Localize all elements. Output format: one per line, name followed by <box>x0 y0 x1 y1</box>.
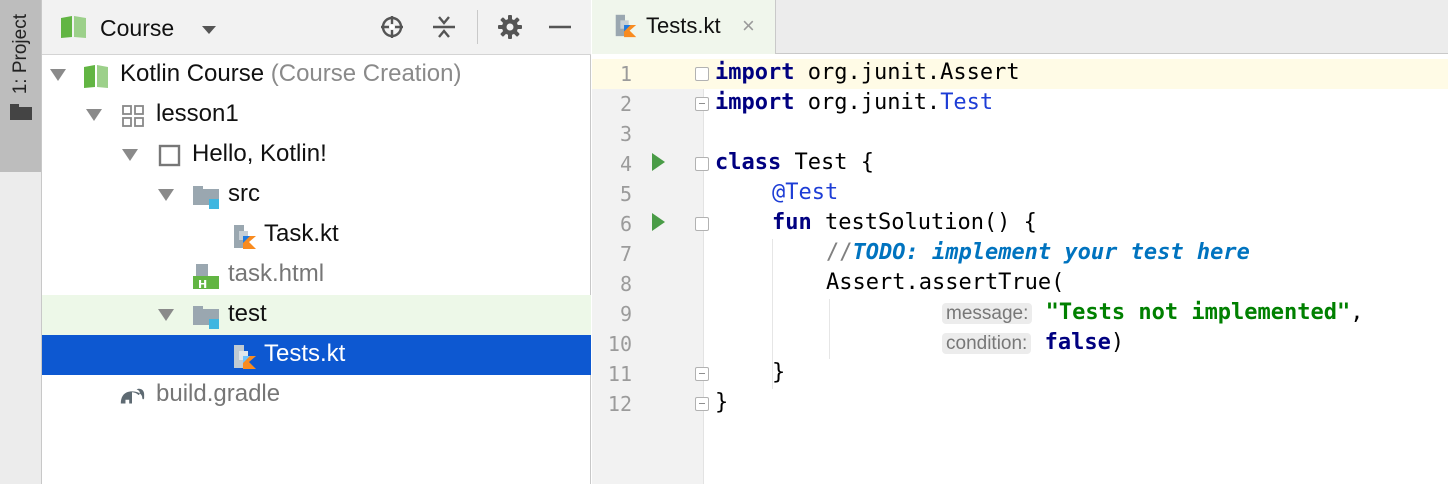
project-tool-window-tab[interactable]: 1: Project <box>0 0 41 172</box>
course-name: Kotlin Course <box>120 60 265 87</box>
tree-node-task[interactable]: Hello, Kotlin! <box>42 135 591 175</box>
tree-node-test[interactable]: test <box>42 295 591 335</box>
fold-marker-icon[interactable] <box>695 217 709 231</box>
locate-icon <box>381 16 403 38</box>
kotlin-file-icon <box>615 14 637 38</box>
code-line-9: message: "Tests not implemented", <box>942 300 1364 325</box>
tab-label: Tests.kt <box>646 13 721 38</box>
fold-marker-icon[interactable] <box>695 367 709 381</box>
line-number: 8 <box>619 272 632 296</box>
build-gradle-label: build.gradle <box>156 380 281 407</box>
fold-marker-icon[interactable] <box>695 67 709 81</box>
folder-icon <box>9 104 32 121</box>
fold-marker-icon[interactable] <box>695 97 709 111</box>
kotlin-file-icon <box>234 225 256 249</box>
chevron-down-icon[interactable] <box>202 26 216 34</box>
code-line-1: import org.junit.Assert <box>715 60 1020 85</box>
fold-marker-icon[interactable] <box>695 397 709 411</box>
course-view-icon <box>61 16 86 38</box>
tree-node-build-gradle[interactable]: build.gradle <box>42 375 591 415</box>
svg-text:H: H <box>198 278 207 290</box>
collapse-all-button[interactable] <box>430 13 458 41</box>
tree-node-task-html[interactable]: H task.html <box>42 255 591 295</box>
tree-node-task-kt[interactable]: Task.kt <box>42 215 591 255</box>
collapse-all-icon <box>433 16 455 38</box>
course-icon <box>84 65 108 88</box>
project-panel: Course Kotlin Course (Course Creation) l… <box>42 0 591 484</box>
task-icon <box>158 144 181 167</box>
src-label: src <box>228 180 260 207</box>
expand-arrow-icon[interactable] <box>122 149 138 161</box>
close-icon[interactable]: × <box>742 13 755 39</box>
test-folder-icon <box>193 306 219 329</box>
minimize-button[interactable] <box>546 13 574 41</box>
tree-node-tests-kt[interactable]: Tests.kt <box>42 335 591 375</box>
gear-icon <box>498 15 522 39</box>
indent-guide <box>829 299 830 359</box>
code-line-7: //TODO: implement your test here <box>826 240 1250 265</box>
code-line-6: fun testSolution() { <box>772 210 1037 235</box>
line-number: 9 <box>619 302 632 326</box>
expand-arrow-icon[interactable] <box>158 189 174 201</box>
code-line-12: } <box>715 390 729 415</box>
expand-arrow-icon[interactable] <box>158 309 174 321</box>
code-line-4: class Test { <box>715 150 874 175</box>
code-line-8: Assert.assertTrue( <box>826 270 1065 295</box>
project-tab-label: 1: Project <box>9 14 31 95</box>
header-separator <box>477 10 478 44</box>
line-number: 1 <box>619 62 632 86</box>
code-line-5: @Test <box>772 180 839 205</box>
line-number: 4 <box>619 152 632 176</box>
task-html-label: task.html <box>228 260 325 287</box>
expand-arrow-icon[interactable] <box>50 69 66 81</box>
editor: Tests.kt × 1 2 3 4 5 6 7 8 9 10 11 12 im… <box>592 0 1448 484</box>
line-number: 6 <box>619 212 632 236</box>
lesson-label: lesson1 <box>156 100 239 127</box>
line-number: 12 <box>607 392 632 416</box>
tree-node-course[interactable]: Kotlin Course (Course Creation) <box>42 55 591 95</box>
kotlin-file-icon <box>234 345 256 369</box>
tool-window-stripe: 1: Project <box>0 0 42 484</box>
gradle-elephant-icon <box>120 388 145 404</box>
code-line-11: } <box>772 360 786 385</box>
editor-tab-bar: Tests.kt × <box>592 0 1448 54</box>
test-label: test <box>228 300 267 327</box>
project-view-selector[interactable]: Course <box>100 15 174 42</box>
expand-arrow-icon[interactable] <box>86 109 102 121</box>
code-line-2: import org.junit.Test <box>715 90 994 115</box>
line-number: 3 <box>619 122 632 146</box>
task-kt-label: Task.kt <box>264 220 339 247</box>
task-label: Hello, Kotlin! <box>192 140 327 167</box>
tab-tests-kt[interactable]: Tests.kt × <box>592 0 776 54</box>
project-tree: Kotlin Course (Course Creation) lesson1 … <box>42 55 591 415</box>
parameter-hint: message: <box>942 303 1033 324</box>
locate-button[interactable] <box>378 13 406 41</box>
parameter-hint: condition: <box>942 333 1032 354</box>
code-line-10: condition: false) <box>942 330 1124 355</box>
tests-kt-label: Tests.kt <box>264 340 346 367</box>
line-number: 10 <box>607 332 632 356</box>
html-file-icon: H <box>193 264 219 290</box>
course-mode: (Course Creation) <box>264 60 462 87</box>
run-test-class-icon[interactable] <box>652 153 665 171</box>
tree-node-lesson1[interactable]: lesson1 <box>42 95 591 135</box>
settings-button[interactable] <box>496 13 524 41</box>
run-test-method-icon[interactable] <box>652 213 665 231</box>
minimize-icon <box>549 25 571 29</box>
line-number: 7 <box>619 242 632 266</box>
tree-node-src[interactable]: src <box>42 175 591 215</box>
source-folder-icon <box>193 186 219 209</box>
fold-marker-icon[interactable] <box>695 157 709 171</box>
project-panel-header: Course <box>42 0 591 55</box>
line-number: 5 <box>619 182 632 206</box>
line-number: 2 <box>619 92 632 116</box>
code-area[interactable] <box>704 59 1448 484</box>
lesson-icon <box>122 105 144 127</box>
line-number: 11 <box>607 362 632 386</box>
